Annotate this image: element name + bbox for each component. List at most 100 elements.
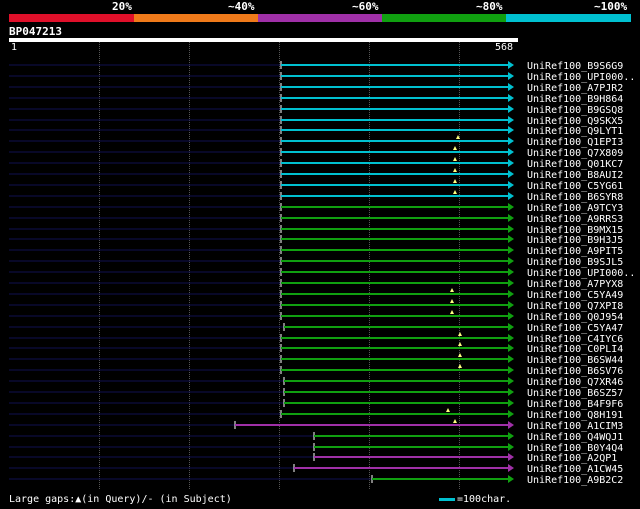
hit-arrow-icon	[508, 214, 514, 222]
hit-label[interactable]: UniRef100_A1CIM3	[527, 421, 623, 432]
hit-arrow-icon	[508, 61, 514, 69]
hit-label[interactable]: UniRef100_UPI000..	[527, 72, 635, 83]
hit-row[interactable]: UniRef100_A7PJR2	[9, 83, 623, 94]
hit-arrow-icon	[508, 159, 514, 167]
hit-label[interactable]: UniRef100_B9GSQ8	[527, 105, 623, 116]
hit-arrow-icon	[508, 421, 514, 429]
hit-label[interactable]: UniRef100_Q01KC7	[527, 159, 623, 170]
hit-arrow-icon	[508, 312, 514, 320]
hit-row[interactable]: UniRef100_A9TCY3	[9, 203, 623, 214]
hit-row[interactable]: UniRef100_Q9LYT1	[9, 126, 623, 137]
query-gap-icon	[458, 332, 462, 336]
hit-row[interactable]: UniRef100_Q7XR46	[9, 377, 623, 388]
hit-row[interactable]: UniRef100_B6SW44	[9, 353, 623, 366]
hit-arrow-icon	[508, 83, 514, 91]
hit-label[interactable]: UniRef100_A9RRS3	[527, 214, 623, 225]
hit-label[interactable]: UniRef100_Q8H191	[527, 410, 623, 421]
hit-label[interactable]: UniRef100_B9H3J5	[527, 235, 623, 246]
hit-label[interactable]: UniRef100_A2QP1	[527, 453, 617, 464]
hit-arrow-icon	[508, 388, 514, 396]
hit-row[interactable]: UniRef100_B9GSQ8	[9, 105, 623, 116]
hit-label[interactable]: UniRef100_Q7XPI8	[527, 301, 623, 312]
hit-row[interactable]: UniRef100_C5YG61	[9, 179, 623, 192]
hit-label[interactable]: UniRef100_B9H864	[527, 94, 623, 105]
query-gap-icon	[453, 179, 457, 183]
hit-label[interactable]: UniRef100_A7PJR2	[527, 83, 623, 94]
hit-row[interactable]: UniRef100_Q8H191	[9, 408, 623, 421]
hit-row[interactable]: UniRef100_Q4WQJ1	[9, 432, 623, 443]
hit-arrow-icon	[508, 72, 514, 80]
hit-label[interactable]: UniRef100_Q9LYT1	[527, 126, 623, 137]
hit-row[interactable]: UniRef100_B9SJL5	[9, 257, 623, 268]
hit-arrow-icon	[508, 257, 514, 265]
hit-row[interactable]: UniRef100_B9H864	[9, 94, 623, 105]
hit-row[interactable]: UniRef100_C5YA49	[9, 288, 623, 301]
hit-row[interactable]: UniRef100_B9S6G9	[9, 61, 623, 72]
hit-row[interactable]: UniRef100_A9PIT5	[9, 246, 623, 257]
hit-row[interactable]: UniRef100_Q7XPI8	[9, 299, 623, 312]
hit-arrow-icon	[508, 137, 514, 145]
hit-row[interactable]: UniRef100_Q7X809	[9, 146, 623, 159]
hit-arrow-icon	[508, 301, 514, 309]
hit-row[interactable]: UniRef100_B6SYR8	[9, 190, 623, 203]
hit-label[interactable]: UniRef100_C5YA49	[527, 290, 623, 301]
query-gap-icon	[453, 419, 457, 423]
hit-label[interactable]: UniRef100_UPI000..	[527, 268, 635, 279]
hit-label[interactable]: UniRef100_A9TCY3	[527, 203, 623, 214]
hit-row[interactable]: UniRef100_B4F9F6	[9, 399, 623, 410]
hit-arrow-icon	[508, 453, 514, 461]
hit-arrow-icon	[508, 290, 514, 298]
hit-arrow-icon	[508, 334, 514, 342]
hit-label[interactable]: UniRef100_B9SJL5	[527, 257, 623, 268]
hit-label[interactable]: UniRef100_C5YA47	[527, 323, 623, 334]
hit-arrow-icon	[508, 323, 514, 331]
hit-label[interactable]: UniRef100_B9S6G9	[527, 61, 623, 72]
hit-row[interactable]: UniRef100_A2QP1	[9, 453, 617, 464]
hit-row[interactable]: UniRef100_UPI000..	[9, 268, 635, 279]
hit-label[interactable]: UniRef100_B6SZ57	[527, 388, 623, 399]
hit-label[interactable]: UniRef100_Q7XR46	[527, 377, 623, 388]
hit-label[interactable]: UniRef100_A7PYX8	[527, 279, 623, 290]
hit-label[interactable]: UniRef100_Q4WQJ1	[527, 432, 623, 443]
hit-arrow-icon	[508, 432, 514, 440]
hit-arrow-icon	[508, 475, 514, 483]
query-gap-icon	[446, 408, 450, 412]
hit-label[interactable]: UniRef100_A9B2C2	[527, 475, 623, 486]
hit-label[interactable]: UniRef100_B4F9F6	[527, 399, 623, 410]
hit-row[interactable]: UniRef100_B8AUI2	[9, 168, 623, 181]
hit-arrow-icon	[508, 105, 514, 113]
hit-row[interactable]: UniRef100_Q01KC7	[9, 157, 623, 170]
hit-arrow-icon	[508, 279, 514, 287]
hit-arrow-icon	[508, 464, 514, 472]
hit-label[interactable]: UniRef100_Q1EPI3	[527, 137, 623, 148]
hit-row[interactable]: UniRef100_B6SZ57	[9, 388, 623, 399]
hit-row[interactable]: UniRef100_B9H3J5	[9, 235, 623, 246]
hit-row[interactable]: UniRef100_A9RRS3	[9, 214, 623, 225]
hit-row[interactable]: UniRef100_A9B2C2	[9, 475, 623, 486]
hit-label[interactable]: UniRef100_B6SYR8	[527, 192, 623, 203]
hit-row[interactable]: UniRef100_Q1EPI3	[9, 135, 623, 148]
hit-row[interactable]: UniRef100_A7PYX8	[9, 279, 623, 290]
hit-arrow-icon	[508, 410, 514, 418]
hit-label[interactable]: UniRef100_B8AUI2	[527, 170, 623, 181]
hit-row[interactable]: UniRef100_C5YA47	[9, 323, 623, 334]
hit-arrow-icon	[508, 355, 514, 363]
hit-row[interactable]: UniRef100_A1CIM3	[9, 419, 623, 432]
hit-row[interactable]: UniRef100_B6SV76	[9, 364, 623, 377]
hit-label[interactable]: UniRef100_A9PIT5	[527, 246, 623, 257]
hit-arrow-icon	[508, 235, 514, 243]
hit-label[interactable]: UniRef100_C0PLI4	[527, 344, 623, 355]
hit-row[interactable]: UniRef100_C0PLI4	[9, 342, 623, 355]
hit-label[interactable]: UniRef100_Q7X809	[527, 148, 623, 159]
hit-arrow-icon	[508, 126, 514, 134]
hit-arrow-icon	[508, 344, 514, 352]
hit-label[interactable]: UniRef100_Q0J954	[527, 312, 623, 323]
hit-label[interactable]: UniRef100_B6SV76	[527, 366, 623, 377]
hit-row[interactable]: UniRef100_UPI000..	[9, 72, 635, 83]
hit-alignment-chart: UniRef100_B9S6G9UniRef100_UPI000..UniRef…	[9, 61, 635, 486]
hit-label[interactable]: UniRef100_B6SW44	[527, 355, 623, 366]
hit-label[interactable]: UniRef100_A1CW45	[527, 464, 623, 475]
hit-label[interactable]: UniRef100_C5YG61	[527, 181, 623, 192]
hit-row[interactable]: UniRef100_A1CW45	[9, 464, 623, 475]
hit-row[interactable]: UniRef100_Q0J954	[9, 310, 623, 323]
